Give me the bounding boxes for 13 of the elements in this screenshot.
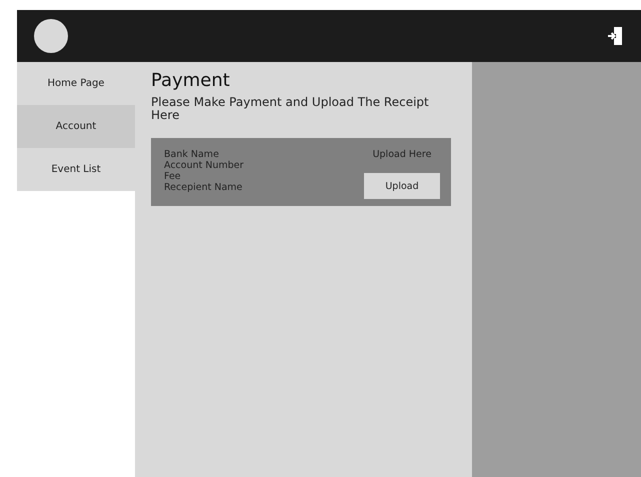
field-label: Recepient Name bbox=[164, 182, 244, 193]
nav-item[interactable]: Home Page bbox=[17, 62, 135, 105]
upload-label: Upload Here bbox=[372, 149, 432, 160]
nav-item[interactable]: Event List bbox=[17, 148, 135, 191]
field-label: Fee bbox=[164, 171, 182, 182]
field-label: Bank Name bbox=[164, 149, 220, 160]
nav-item[interactable]: Account bbox=[17, 105, 135, 148]
logout-icon[interactable] bbox=[607, 26, 623, 46]
field-label: Account Number bbox=[164, 160, 244, 171]
page-title: Payment bbox=[151, 70, 231, 92]
upload-button[interactable]: Upload bbox=[364, 173, 440, 199]
instruction-text: Please Make Payment and Upload The Receipt Here bbox=[151, 96, 430, 122]
avatar-icon[interactable] bbox=[34, 19, 68, 53]
